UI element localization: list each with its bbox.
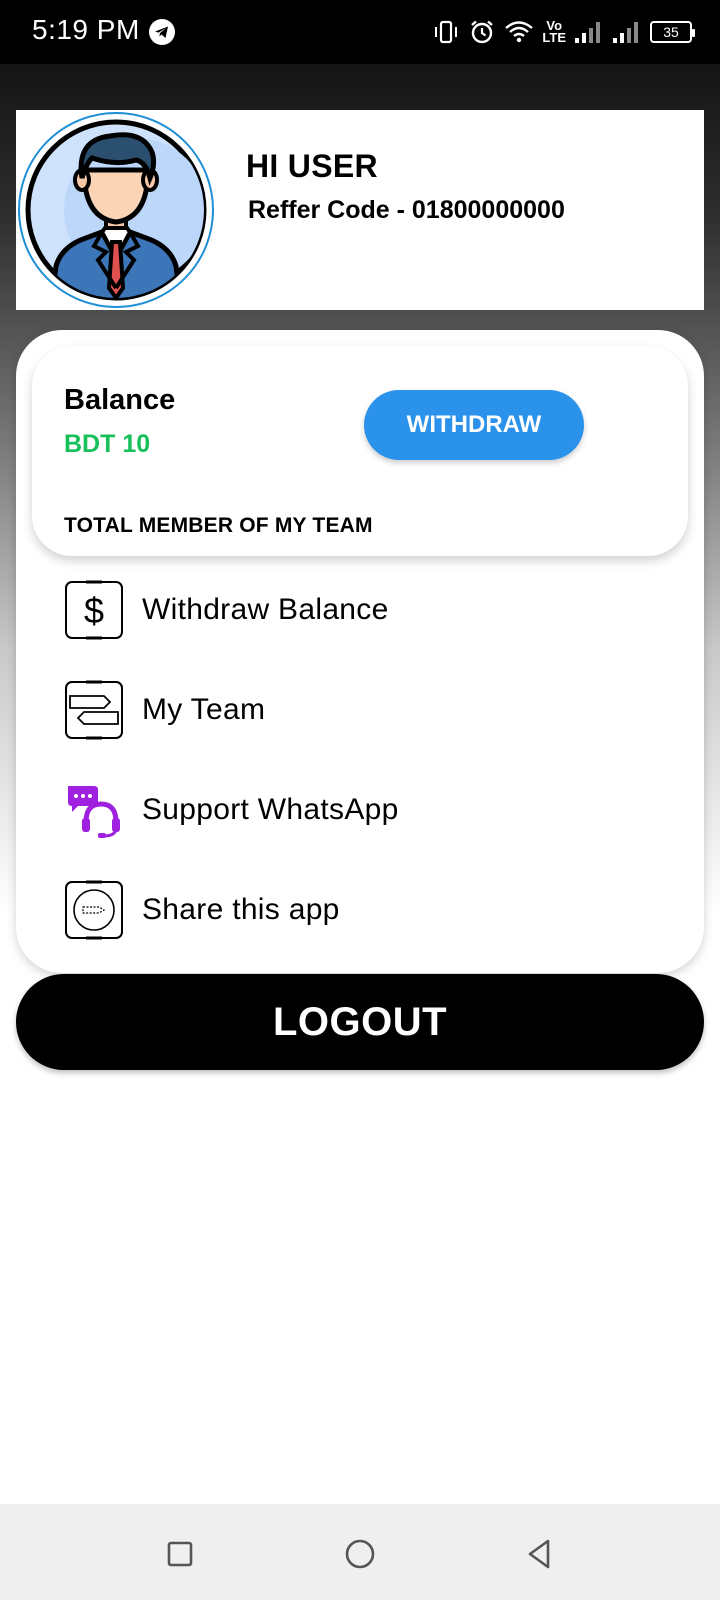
system-nav-bar	[0, 1504, 720, 1600]
refer-code: Reffer Code - 01800000000	[248, 196, 565, 224]
alarm-icon	[468, 18, 496, 46]
avatar	[18, 112, 214, 308]
signpost-icon	[64, 680, 124, 740]
menu-item-share-app[interactable]: Share this app	[64, 878, 664, 942]
back-triangle-icon[interactable]	[520, 1534, 560, 1574]
balance-card: Balance BDT 10 WITHDRAW TOTAL MEMBER OF …	[32, 346, 688, 556]
menu-item-my-team[interactable]: My Team	[64, 678, 664, 742]
logout-button[interactable]: LOGOUT	[16, 974, 704, 1070]
share-icon	[64, 880, 124, 940]
vibrate-icon	[432, 19, 460, 45]
balance-value: BDT 10	[64, 430, 151, 458]
signal-icon	[574, 20, 604, 44]
wifi-icon	[504, 19, 534, 45]
menu-item-label: Support WhatsApp	[142, 793, 399, 826]
status-icons: Vo LTE 35	[432, 14, 695, 50]
menu-item-support-whatsapp[interactable]: Support WhatsApp	[64, 778, 664, 842]
home-circle-icon[interactable]	[340, 1534, 380, 1574]
greeting-title: HI USER	[246, 148, 378, 184]
dollar-icon: $	[64, 580, 124, 640]
menu-item-label: Withdraw Balance	[142, 593, 389, 626]
menu-item-label: My Team	[142, 693, 266, 726]
businessman-avatar-icon	[25, 119, 207, 301]
profile-card: HI USER Reffer Code - 01800000000	[16, 110, 704, 310]
battery-indicator: 35	[650, 21, 695, 43]
recents-square-icon[interactable]	[160, 1534, 200, 1574]
telegram-icon	[148, 18, 176, 46]
withdraw-button[interactable]: WITHDRAW	[364, 390, 584, 460]
menu-item-withdraw-balance[interactable]: $ Withdraw Balance	[64, 578, 664, 642]
signal-icon-2	[612, 20, 642, 44]
headset-support-icon	[64, 780, 124, 840]
svg-text:$: $	[84, 590, 104, 631]
balance-label: Balance	[64, 384, 176, 416]
status-time: 5:19 PM	[32, 14, 140, 45]
status-bar: 5:19 PM Vo LTE 35	[0, 0, 720, 64]
menu-panel: Balance BDT 10 WITHDRAW TOTAL MEMBER OF …	[16, 330, 704, 973]
volte-indicator: Vo LTE	[542, 18, 566, 45]
menu-item-label: Share this app	[142, 893, 340, 926]
team-member-label: TOTAL MEMBER OF MY TEAM	[64, 514, 373, 537]
